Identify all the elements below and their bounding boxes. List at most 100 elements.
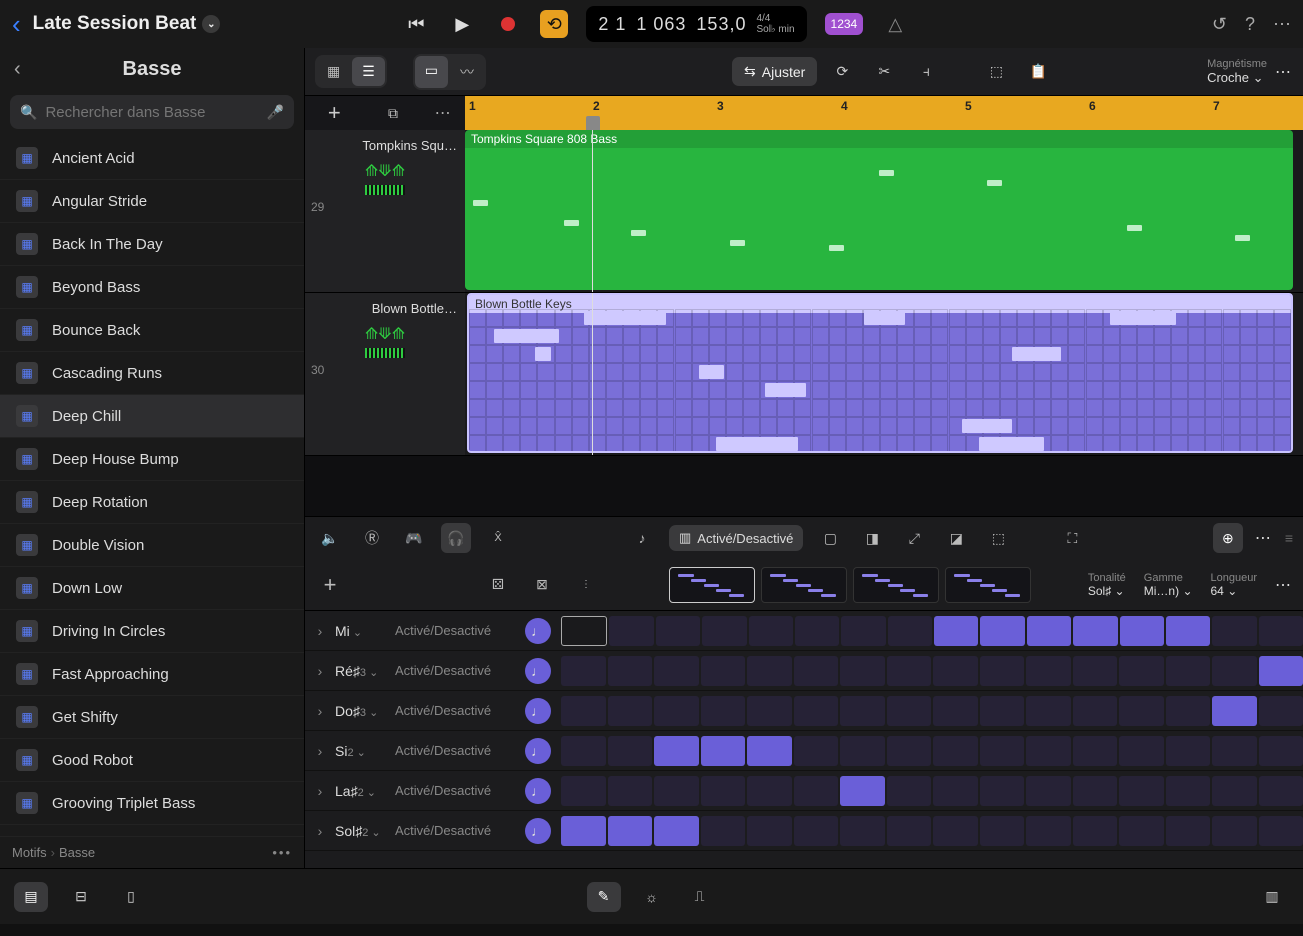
loop-tool-button[interactable]: ⟳: [825, 57, 859, 87]
screen4-icon[interactable]: ◪: [941, 523, 971, 553]
step-cell[interactable]: [933, 696, 978, 726]
row-note-button[interactable]: ♩: [525, 738, 551, 764]
step-cell[interactable]: [561, 776, 606, 806]
step-cell[interactable]: [1026, 696, 1071, 726]
gamme-param[interactable]: Gamme Mi…n) ⌄: [1144, 572, 1193, 598]
row-note[interactable]: Sol♯2 ⌄: [335, 823, 395, 839]
step-cell[interactable]: [701, 656, 746, 686]
duplicate-track-button[interactable]: ⧉: [376, 98, 410, 128]
step-cell[interactable]: [608, 776, 653, 806]
track-more-button[interactable]: ⋯: [435, 103, 453, 123]
patch-item[interactable]: ▦Beyond Bass: [0, 266, 304, 309]
step-cell[interactable]: [1119, 736, 1164, 766]
row-mode-toggle[interactable]: ▥ Activé/Desactivé: [669, 525, 803, 551]
x-icon[interactable]: X̂: [483, 523, 513, 553]
patch-item[interactable]: ▦Deep Chill: [0, 395, 304, 438]
row-note-button[interactable]: ♩: [525, 618, 551, 644]
step-cell[interactable]: [654, 776, 699, 806]
step-cell[interactable]: [1026, 816, 1071, 846]
step-cell[interactable]: [1212, 736, 1257, 766]
fullscreen-icon[interactable]: ⛶: [1057, 523, 1087, 553]
step-cell[interactable]: [701, 776, 746, 806]
row-note[interactable]: Mi ⌄: [335, 623, 395, 639]
sliders-button[interactable]: ⎍: [683, 882, 717, 912]
step-cell[interactable]: [1119, 816, 1164, 846]
row-note-button[interactable]: ♩: [525, 698, 551, 724]
step-cell[interactable]: [1119, 656, 1164, 686]
patch-item[interactable]: ▦Deep House Bump: [0, 438, 304, 481]
step-cell[interactable]: [561, 736, 606, 766]
step-cell[interactable]: [1259, 656, 1303, 686]
sidebar-back-button[interactable]: ‹: [14, 58, 21, 81]
patch-item[interactable]: ▦Down Low: [0, 567, 304, 610]
step-cell[interactable]: [887, 656, 932, 686]
play-button[interactable]: ▶: [448, 10, 476, 38]
step-cell[interactable]: [980, 616, 1024, 646]
brightness-button[interactable]: ☼: [635, 882, 669, 912]
step-cell[interactable]: [654, 816, 699, 846]
device-button[interactable]: ▯: [114, 882, 148, 912]
step-cell[interactable]: [747, 736, 792, 766]
step-cell[interactable]: [701, 736, 746, 766]
row-note[interactable]: Do♯3 ⌄: [335, 703, 395, 719]
longueur-param[interactable]: Longueur 64 ⌄: [1211, 572, 1258, 598]
patch-item[interactable]: ▦Ancient Acid: [0, 137, 304, 180]
step-cell[interactable]: [1259, 696, 1303, 726]
step-cell[interactable]: [840, 816, 885, 846]
step-cell[interactable]: [1212, 616, 1256, 646]
step-cell[interactable]: [1073, 656, 1118, 686]
step-cell[interactable]: [701, 696, 746, 726]
step-cell[interactable]: [1212, 776, 1257, 806]
step-cell[interactable]: [1073, 776, 1118, 806]
screen2-icon[interactable]: ◨: [857, 523, 887, 553]
expand-chevron-icon[interactable]: ›: [305, 703, 335, 719]
row-note-button[interactable]: ♩: [525, 778, 551, 804]
step-cell[interactable]: [654, 696, 699, 726]
list-view-button[interactable]: ☰: [352, 57, 385, 86]
rewind-button[interactable]: ⏮: [402, 10, 430, 38]
step-cell[interactable]: [1212, 656, 1257, 686]
midi-region[interactable]: Tompkins Square 808 Bass: [465, 130, 1293, 290]
add-row-button[interactable]: +: [315, 570, 345, 600]
step-cell[interactable]: [933, 656, 978, 686]
screen3-icon[interactable]: ⤢: [899, 523, 929, 553]
step-cell[interactable]: [608, 816, 653, 846]
step-cell[interactable]: [747, 696, 792, 726]
step-cell[interactable]: [933, 816, 978, 846]
step-cell[interactable]: [1212, 696, 1257, 726]
library-button[interactable]: ▤: [14, 882, 48, 912]
clipboard-button[interactable]: 📋: [1021, 57, 1055, 87]
screen5-icon[interactable]: ⬚: [983, 523, 1013, 553]
step-cell[interactable]: [654, 736, 699, 766]
step-cell[interactable]: [608, 696, 653, 726]
step-cell[interactable]: [840, 736, 885, 766]
step-cell[interactable]: [887, 776, 932, 806]
note-icon[interactable]: ♪: [627, 523, 657, 553]
patch-item[interactable]: ▦Driving In Circles: [0, 610, 304, 653]
region-view-button[interactable]: ▭: [415, 56, 448, 88]
patch-item[interactable]: ▦Good Robot: [0, 739, 304, 782]
patch-item[interactable]: ▦Get Shifty: [0, 696, 304, 739]
step-cell[interactable]: [702, 616, 746, 646]
step-cell[interactable]: [1212, 816, 1257, 846]
step-cell[interactable]: [561, 816, 606, 846]
step-cell[interactable]: [1259, 616, 1303, 646]
patch-item[interactable]: ▦Bounce Back: [0, 309, 304, 352]
expand-chevron-icon[interactable]: ›: [305, 623, 335, 639]
step-cell[interactable]: [933, 776, 978, 806]
row-note[interactable]: Si2 ⌄: [335, 743, 395, 759]
pencil-button[interactable]: ✎: [587, 882, 621, 912]
breadcrumb-leaf[interactable]: Basse: [59, 845, 95, 860]
midi-region[interactable]: Blown Bottle Keys: [467, 293, 1293, 453]
step-cell[interactable]: [888, 616, 932, 646]
drag-handle-icon[interactable]: ≡: [1285, 530, 1293, 546]
track-header[interactable]: 30 Blown Bottle… ⟰⟱⟰: [305, 293, 465, 455]
step-cell[interactable]: [887, 736, 932, 766]
pattern-thumb[interactable]: [761, 567, 847, 603]
undo-button[interactable]: ↺: [1212, 14, 1227, 35]
step-cell[interactable]: [840, 696, 885, 726]
screen1-icon[interactable]: ▢: [815, 523, 845, 553]
step-cell[interactable]: [1026, 776, 1071, 806]
step-cell[interactable]: [608, 656, 653, 686]
breadcrumb-root[interactable]: Motifs: [12, 845, 47, 860]
